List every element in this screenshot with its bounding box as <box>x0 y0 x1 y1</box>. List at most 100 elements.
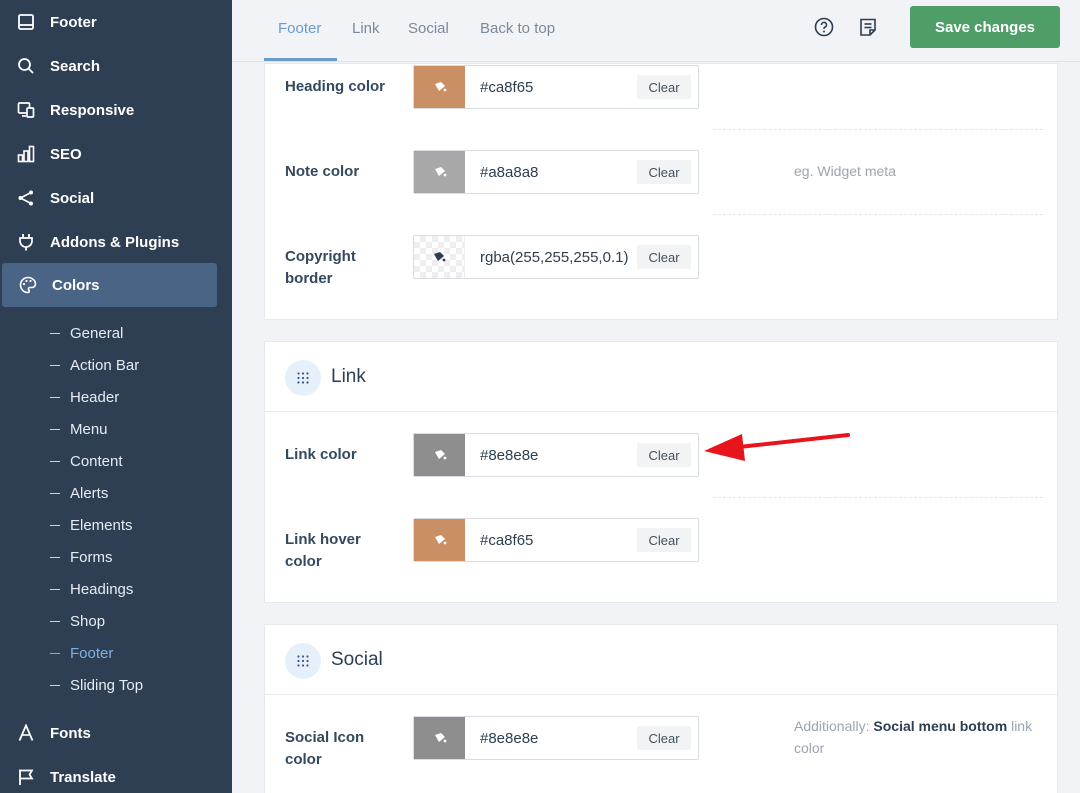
link-color-picker[interactable]: #8e8e8e Clear <box>413 433 699 477</box>
save-changes-button[interactable]: Save changes <box>910 6 1060 48</box>
responsive-icon <box>16 100 36 120</box>
note-color-label: Note color <box>285 163 360 180</box>
color-swatch[interactable] <box>414 519 465 561</box>
palette-icon <box>18 275 38 295</box>
color-value[interactable]: #8e8e8e <box>480 717 538 759</box>
color-swatch[interactable] <box>414 66 465 108</box>
note-bold: Social menu bottom <box>873 718 1008 734</box>
sidebar-subitem-content[interactable]: Content <box>50 445 123 477</box>
clear-button[interactable]: Clear <box>637 528 691 552</box>
sidebar-item-search[interactable]: Search <box>0 44 232 88</box>
subitem-label: Alerts <box>70 484 109 502</box>
color-value[interactable]: #ca8f65 <box>480 519 533 561</box>
dash-icon <box>50 684 60 686</box>
subitem-label: Footer <box>70 644 114 662</box>
color-swatch[interactable] <box>414 151 465 193</box>
dash-icon <box>50 652 60 654</box>
bucket-icon <box>434 167 446 177</box>
sidebar-item-fonts[interactable]: Fonts <box>0 711 232 755</box>
link-colors-card: Link Link color #8e8e8e Clear Link hover… <box>264 341 1058 603</box>
sidebar-item-label: Responsive <box>50 101 135 119</box>
social-icon-color-picker[interactable]: #8e8e8e Clear <box>413 716 699 760</box>
sidebar-subitem-forms[interactable]: Forms <box>50 541 113 573</box>
bucket-icon <box>434 252 446 262</box>
sidebar-item-social[interactable]: Social <box>0 176 232 220</box>
social-colors-card: Social Social Icon color #8e8e8e Clear A… <box>264 624 1058 793</box>
sidebar-item-footer[interactable]: Footer <box>0 0 232 44</box>
copyright-border-picker[interactable]: rgba(255,255,255,0.1) Clear <box>413 235 699 279</box>
tab-back-to-top[interactable]: Back to top <box>480 0 555 56</box>
plug-icon <box>16 232 36 252</box>
drag-grip-icon[interactable] <box>285 360 321 396</box>
sidebar-subitem-shop[interactable]: Shop <box>50 605 105 637</box>
sidebar-subitem-action-bar[interactable]: Action Bar <box>50 349 139 381</box>
dash-icon <box>50 332 60 334</box>
note-color-picker[interactable]: #a8a8a8 Clear <box>413 150 699 194</box>
sidebar-item-label: Social <box>50 189 95 207</box>
sidebar-item-seo[interactable]: SEO <box>0 132 232 176</box>
sidebar-item-addons[interactable]: Addons & Plugins <box>0 220 232 264</box>
sidebar-item-label: Addons & Plugins <box>50 233 180 251</box>
dash-icon <box>50 556 60 558</box>
clear-button[interactable]: Clear <box>637 443 691 467</box>
subitem-label: Header <box>70 388 120 406</box>
section-title: Link <box>331 366 366 387</box>
dash-icon <box>50 524 60 526</box>
annotation-arrow <box>704 433 850 461</box>
subitem-label: Shop <box>70 612 106 630</box>
subitem-label: Headings <box>70 580 134 598</box>
color-value[interactable]: #ca8f65 <box>480 66 533 108</box>
sidebar-item-label: Fonts <box>50 724 91 742</box>
subitem-label: Action Bar <box>70 356 140 374</box>
search-icon <box>16 56 36 76</box>
bucket-icon <box>434 82 446 92</box>
share-icon <box>16 188 36 208</box>
clear-button[interactable]: Clear <box>637 160 691 184</box>
color-swatch[interactable] <box>414 236 465 278</box>
subitem-label: Elements <box>70 516 133 534</box>
notes-icon[interactable] <box>858 17 878 37</box>
sidebar-subitem-sliding-top[interactable]: Sliding Top <box>50 669 143 701</box>
sidebar-subitem-alerts[interactable]: Alerts <box>50 477 108 509</box>
sidebar-subitem-footer[interactable]: Footer <box>50 637 113 669</box>
heading-color-label: Heading color <box>285 78 386 95</box>
social-icon-color-label: Social Icon color <box>285 729 365 768</box>
sidebar-subitem-elements[interactable]: Elements <box>50 509 133 541</box>
sidebar-item-label: Colors <box>52 276 100 294</box>
sidebar-item-colors[interactable]: Colors <box>2 263 217 307</box>
sidebar-item-label: Search <box>50 57 101 75</box>
sidebar-subitem-general[interactable]: General <box>50 317 123 349</box>
dash-icon <box>50 460 60 462</box>
color-value[interactable]: #8e8e8e <box>480 434 538 476</box>
sidebar-item-label: SEO <box>50 145 82 163</box>
tab-footer[interactable]: Footer <box>278 0 321 56</box>
color-swatch[interactable] <box>414 717 465 759</box>
color-value[interactable]: rgba(255,255,255,0.1) <box>480 236 628 278</box>
help-circle-icon[interactable] <box>814 17 834 37</box>
tab-link[interactable]: Link <box>352 0 380 56</box>
link-hover-color-picker[interactable]: #ca8f65 Clear <box>413 518 699 562</box>
link-color-label: Link color <box>285 446 357 463</box>
tab-social[interactable]: Social <box>408 0 449 56</box>
heading-color-picker[interactable]: #ca8f65 Clear <box>413 65 699 109</box>
note-prefix: Additionally: <box>794 718 870 734</box>
sidebar-item-translate[interactable]: Translate <box>0 755 232 793</box>
drag-grip-icon[interactable] <box>285 643 321 679</box>
subitem-label: Content <box>70 452 123 470</box>
clear-button[interactable]: Clear <box>637 75 691 99</box>
bucket-icon <box>434 450 446 460</box>
color-swatch[interactable] <box>414 434 465 476</box>
sidebar-subitem-headings[interactable]: Headings <box>50 573 133 605</box>
sidebar-item-label: Translate <box>50 768 116 786</box>
note-suffix: color <box>794 740 825 756</box>
color-value[interactable]: #a8a8a8 <box>480 151 538 193</box>
dash-icon <box>50 492 60 494</box>
bucket-icon <box>434 733 446 743</box>
clear-button[interactable]: Clear <box>637 726 691 750</box>
sidebar-subitem-header[interactable]: Header <box>50 381 119 413</box>
dash-icon <box>50 396 60 398</box>
sidebar-item-responsive[interactable]: Responsive <box>0 88 232 132</box>
copyright-border-label: Copyright border <box>285 248 356 287</box>
clear-button[interactable]: Clear <box>637 245 691 269</box>
sidebar-subitem-menu[interactable]: Menu <box>50 413 108 445</box>
